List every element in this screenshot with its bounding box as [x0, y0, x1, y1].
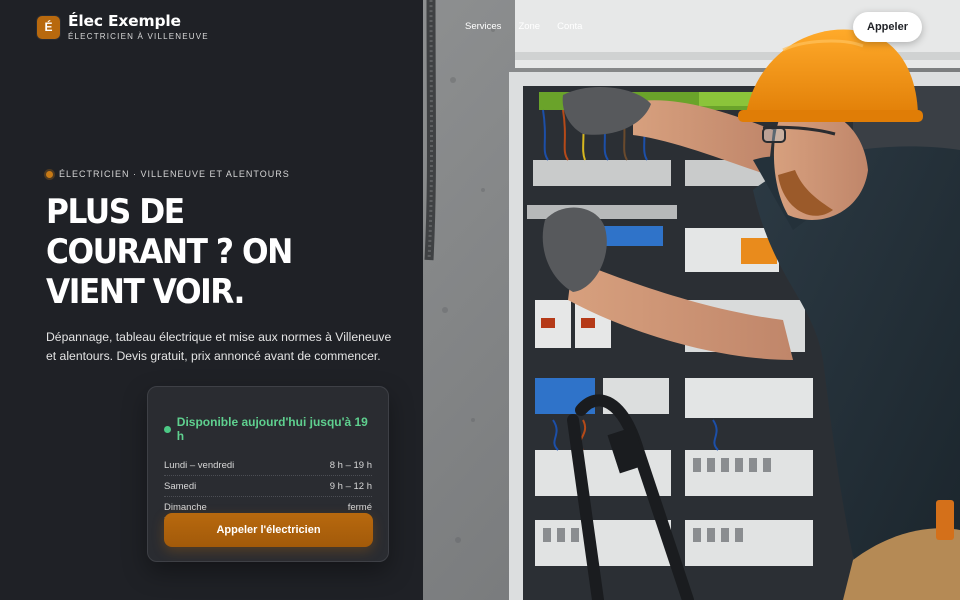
electrician-photo-illustration [423, 0, 960, 600]
brand-tagline: ÉLECTRICIEN À VILLENEUVE [68, 31, 209, 41]
brand-logo-icon: É [37, 15, 60, 39]
hero-eyebrow: ÉLECTRICIEN · VILLENEUVE ET ALENTOURS [46, 169, 290, 179]
brand[interactable]: É Élec Exemple ÉLECTRICIEN À VILLENEUVE [37, 12, 209, 41]
hero-headline: PLUS DE COURANT ? ON VIENT VOIR. [46, 192, 377, 312]
availability-status: Disponible aujourd'hui jusqu'à 19 h [164, 415, 372, 443]
eyebrow-text: ÉLECTRICIEN · VILLENEUVE ET ALENTOURS [59, 169, 290, 179]
call-button[interactable]: Appeler [853, 12, 922, 42]
hours-row: Samedi 9 h – 12 h [164, 476, 372, 497]
availability-text: Disponible aujourd'hui jusqu'à 19 h [176, 415, 368, 443]
brand-name: Élec Exemple [68, 12, 181, 30]
status-dot-icon [164, 425, 171, 433]
headline-line: VIENT VOIR. [46, 272, 245, 312]
eyebrow-dot-icon [46, 170, 53, 178]
nav-link-contact[interactable]: Conta [557, 21, 582, 32]
nav-link-services[interactable]: Services [465, 21, 501, 32]
headline-line: PLUS DE [46, 192, 185, 232]
hero-photo [423, 0, 960, 600]
hours-card: Disponible aujourd'hui jusqu'à 19 h Lund… [147, 386, 389, 562]
hours-day: Samedi [164, 480, 197, 492]
hero-panel: É Élec Exemple ÉLECTRICIEN À VILLENEUVE … [0, 0, 423, 600]
hours-day: Dimanche [164, 501, 207, 513]
hours-day: Lundi – vendredi [164, 459, 235, 471]
hours-table: Lundi – vendredi 8 h – 19 h Samedi 9 h –… [164, 455, 372, 518]
call-electrician-button[interactable]: Appeler l'électricien [164, 513, 373, 547]
hours-row: Lundi – vendredi 8 h – 19 h [164, 455, 372, 476]
top-nav: Services Zone Conta [465, 21, 582, 32]
headline-line: COURANT ? ON [46, 232, 293, 272]
hero-lead: Dépannage, tableau électrique et mise au… [46, 330, 392, 363]
hours-time: 9 h – 12 h [329, 480, 372, 492]
nav-link-zone[interactable]: Zone [518, 21, 540, 32]
hours-time: fermé [347, 501, 372, 513]
hours-time: 8 h – 19 h [329, 459, 372, 471]
